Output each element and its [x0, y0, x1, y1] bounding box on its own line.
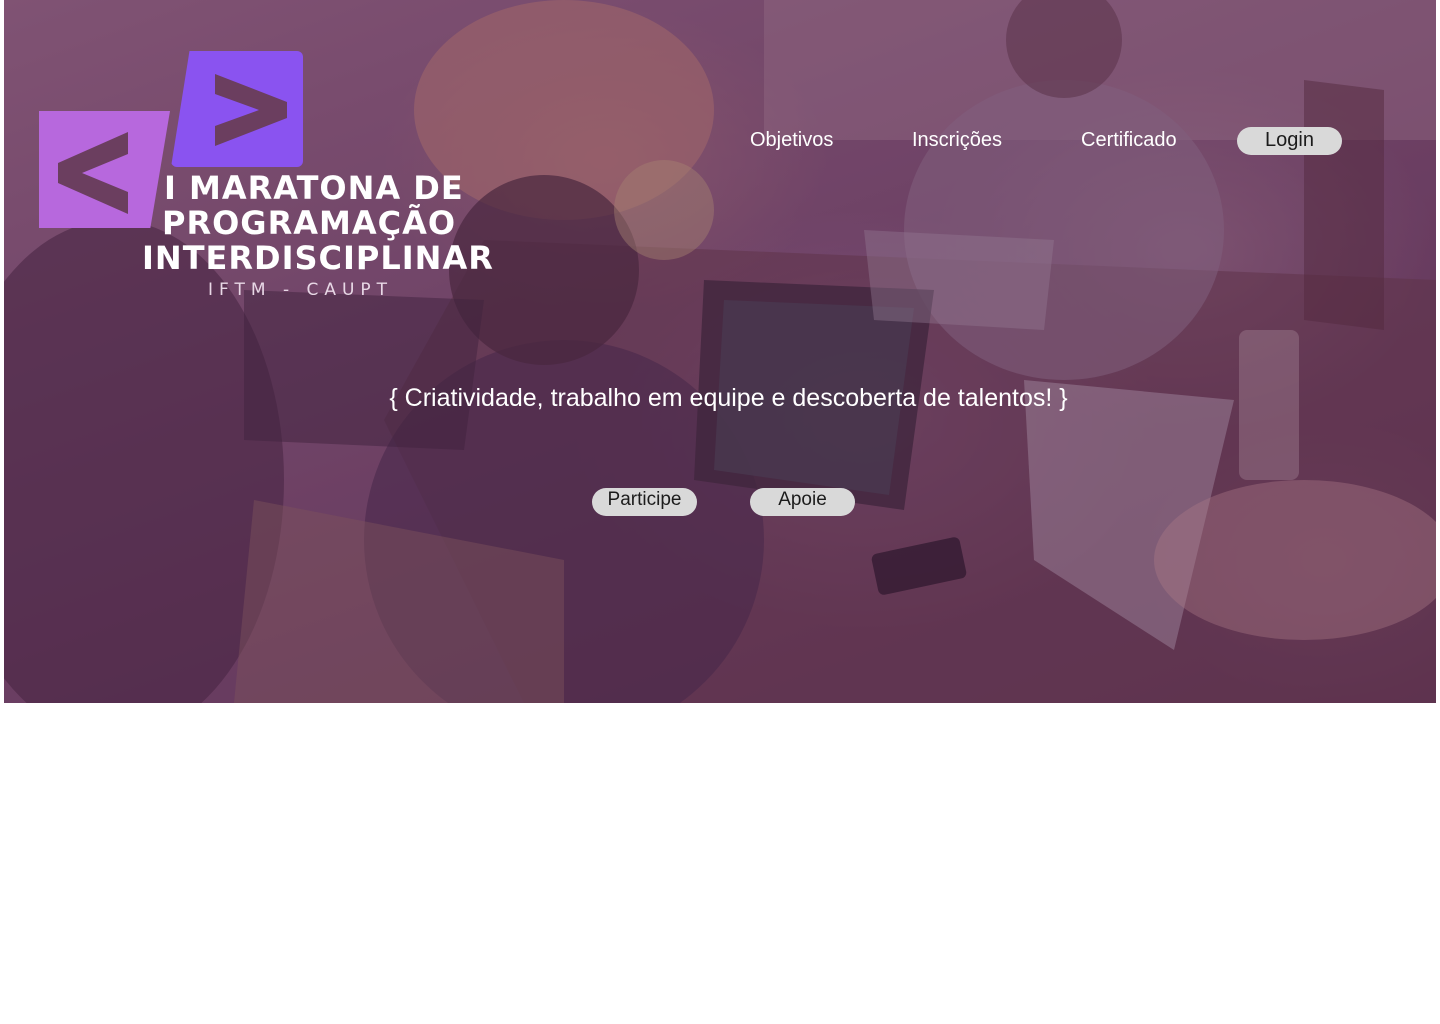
logo-title-line-1: I MARATONA DE — [164, 169, 464, 207]
logo-title-line-2: PROGRAMAÇÃO — [162, 204, 457, 242]
nav-inscricoes[interactable]: Inscrições — [912, 128, 1002, 152]
logo-less-than-glyph — [58, 132, 128, 214]
apoie-button[interactable]: Apoie — [750, 488, 855, 516]
login-button[interactable]: Login — [1237, 127, 1342, 155]
logo-greater-than-glyph — [215, 74, 287, 146]
nav-objetivos[interactable]: Objetivos — [750, 128, 833, 152]
logo-title-line-3: INTERDISCIPLINAR — [142, 239, 494, 277]
event-logo[interactable]: I MARATONA DE PROGRAMAÇÃO INTERDISCIPLIN… — [36, 48, 493, 308]
hero-tagline: { Criatividade, trabalho em equipe e des… — [389, 384, 1068, 412]
logo-subtitle: IFTM - CAUPT — [208, 280, 394, 300]
participe-button[interactable]: Participe — [592, 488, 697, 516]
nav-certificado[interactable]: Certificado — [1081, 128, 1177, 152]
